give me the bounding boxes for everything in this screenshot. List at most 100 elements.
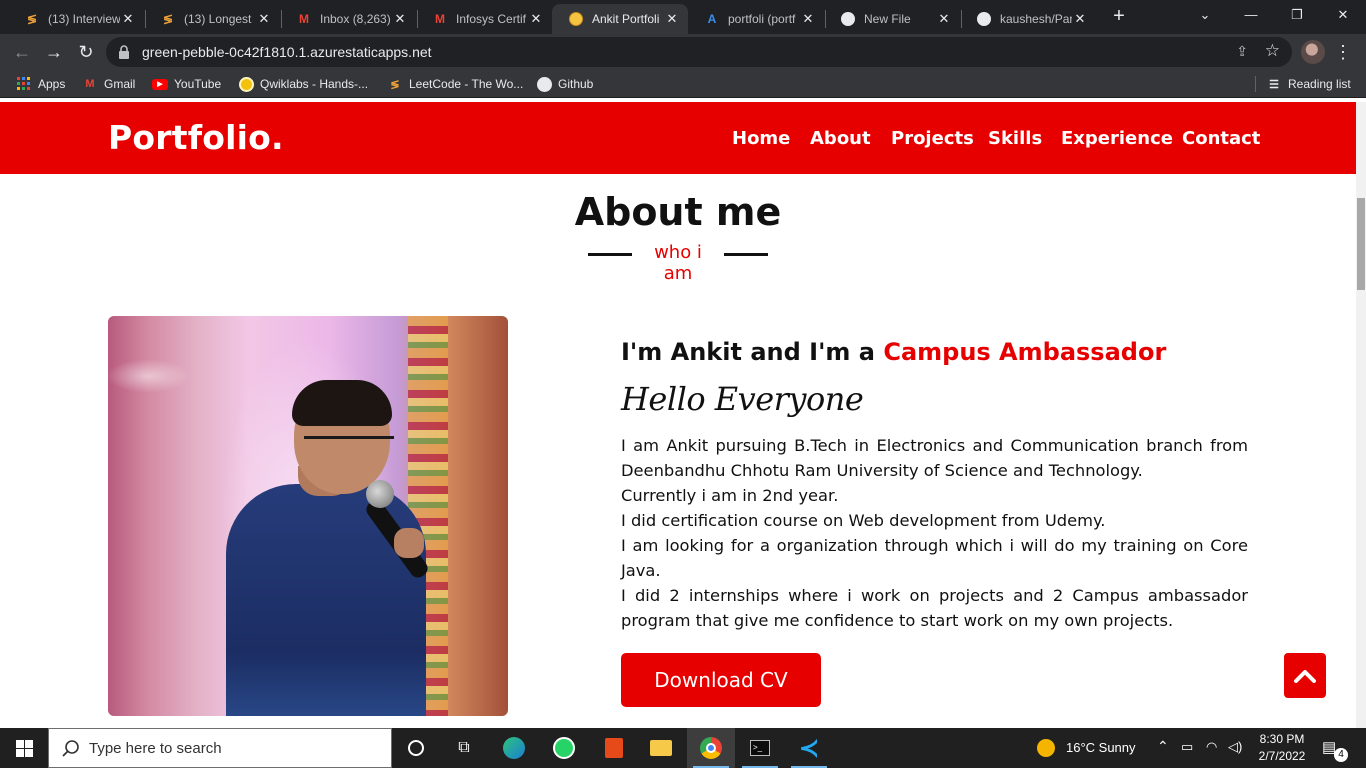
minimize-button[interactable]: —	[1228, 0, 1274, 30]
bookmark-github[interactable]: Github	[536, 75, 593, 93]
tab-interview[interactable]: ≶ (13) Interview ✕	[8, 4, 144, 34]
back-button[interactable]: ←	[8, 38, 36, 66]
subtitle-rule-right	[724, 253, 768, 256]
nav-projects[interactable]: Projects	[891, 128, 974, 149]
emoji-icon	[568, 11, 584, 27]
bookmark-apps[interactable]: Apps	[16, 75, 65, 93]
chevron-up-icon[interactable]: ⌃	[1157, 738, 1169, 755]
headline-accent: Campus Ambassador	[883, 338, 1167, 366]
cortana-icon[interactable]	[392, 728, 440, 768]
github-icon	[536, 76, 552, 92]
bio-line: Currently i am in 2nd year.	[621, 486, 839, 505]
tab-portfoli[interactable]: A portfoli (portf ✕	[688, 4, 824, 34]
tab-new-file[interactable]: New File ✕	[824, 4, 960, 34]
whatsapp-icon[interactable]	[540, 728, 588, 768]
tab-ankit-portfolio[interactable]: Ankit Portfoli ✕	[552, 4, 688, 34]
office-icon[interactable]	[590, 728, 638, 768]
hackerearth-icon: ≶	[162, 12, 174, 26]
youtube-icon: ▶	[152, 76, 168, 92]
bio-line: I did 2 internships where i work on proj…	[621, 586, 1248, 630]
bookmarks-bar: Apps M Gmail ▶ YouTube Qwiklabs - Hands-…	[0, 70, 1366, 98]
nav-skills[interactable]: Skills	[988, 128, 1042, 149]
bookmark-youtube[interactable]: ▶ YouTube	[152, 75, 221, 93]
search-icon	[62, 740, 79, 757]
close-icon[interactable]: ✕	[528, 11, 544, 27]
chrome-taskbar-icon[interactable]	[687, 728, 735, 768]
bookmarks-divider	[1255, 76, 1256, 92]
site-navbar: Portfolio. Home About Projects Skills Ex…	[0, 102, 1356, 174]
greeting-text: Hello Everyone	[621, 380, 864, 418]
task-view-icon[interactable]: ⧉	[440, 728, 488, 768]
section-subtitle: who i am	[588, 242, 768, 284]
vscode-icon[interactable]: ≺	[785, 728, 833, 768]
bookmark-qwiklabs[interactable]: Qwiklabs - Hands-...	[238, 75, 368, 93]
section-title: About me	[574, 190, 782, 234]
profile-avatar[interactable]	[1301, 40, 1325, 64]
bookmark-leetcode[interactable]: ≶ LeetCode - The Wo...	[387, 75, 523, 93]
subtitle-rule-left	[588, 253, 632, 256]
address-bar[interactable]: green-pebble-0c42f1810.1.azurestaticapps…	[106, 37, 1292, 67]
bookmark-gmail[interactable]: M Gmail	[82, 75, 135, 93]
github-icon	[976, 11, 992, 27]
windows-logo-icon	[15, 739, 33, 757]
tab-inbox[interactable]: M Inbox (8,263) ✕	[280, 4, 416, 34]
wifi-icon[interactable]: ◠	[1206, 739, 1217, 755]
system-clock[interactable]: 8:30 PM 2/7/2022	[1258, 731, 1306, 765]
web-page: Portfolio. Home About Projects Skills Ex…	[0, 102, 1356, 728]
nav-experience[interactable]: Experience	[1061, 128, 1173, 149]
apps-grid-icon	[16, 76, 32, 92]
scrollbar-thumb[interactable]	[1357, 198, 1365, 290]
close-icon[interactable]: ✕	[664, 11, 680, 27]
chevron-up-icon	[1294, 669, 1316, 683]
close-icon[interactable]: ✕	[392, 11, 408, 27]
taskbar-search-box[interactable]: Type here to search	[48, 728, 392, 768]
new-tab-button[interactable]: +	[1108, 5, 1130, 29]
azure-icon: A	[707, 12, 717, 26]
volume-icon[interactable]: ◁)	[1228, 739, 1242, 755]
share-icon[interactable]: ⇪	[1236, 43, 1248, 60]
qwiklabs-icon	[238, 76, 254, 92]
terminal-icon[interactable]: >_	[736, 728, 784, 768]
battery-icon[interactable]: ▭	[1181, 739, 1193, 755]
reading-list-button[interactable]: ☰ Reading list	[1266, 75, 1351, 93]
file-explorer-icon[interactable]	[637, 728, 685, 768]
download-cv-button[interactable]: Download CV	[621, 653, 821, 707]
about-bio: I am Ankit pursuing B.Tech in Electronic…	[621, 433, 1248, 633]
hackerearth-icon: ≶	[26, 12, 38, 26]
windows-taskbar: Type here to search ⧉ >_ ≺ 16°C Sunny ⌃ …	[0, 728, 1366, 768]
browser-tab-strip: ≶ (13) Interview ✕ ≶ (13) Longest ✕ M In…	[0, 0, 1366, 34]
nav-about[interactable]: About	[810, 128, 871, 149]
forward-button[interactable]: →	[40, 38, 68, 66]
windows-start-button[interactable]	[0, 728, 48, 768]
gmail-icon: M	[435, 12, 445, 26]
github-icon	[840, 11, 856, 27]
bookmark-star-icon[interactable]: ☆	[1265, 41, 1280, 61]
close-icon[interactable]: ✕	[800, 11, 816, 27]
weather-text[interactable]: 16°C Sunny	[1066, 740, 1136, 755]
notifications-badge: 4	[1334, 748, 1348, 762]
nav-home[interactable]: Home	[732, 128, 790, 149]
close-icon[interactable]: ✕	[120, 11, 136, 27]
close-icon[interactable]: ✕	[1072, 11, 1088, 27]
reading-list-icon: ☰	[1269, 78, 1279, 91]
tab-infosys[interactable]: M Infosys Certif ✕	[416, 4, 552, 34]
tab-kaushesh[interactable]: kaushesh/Par ✕	[960, 4, 1096, 34]
menu-kebab-icon[interactable]: ⋮	[1334, 38, 1352, 66]
bio-line: I am Ankit pursuing B.Tech in Electronic…	[621, 436, 1248, 480]
reload-button[interactable]: ↻	[72, 38, 100, 66]
gmail-icon: M	[299, 12, 309, 26]
close-icon[interactable]: ✕	[936, 11, 952, 27]
site-logo[interactable]: Portfolio.	[108, 118, 284, 157]
page-scrollbar[interactable]	[1356, 102, 1366, 728]
gmail-icon: M	[85, 78, 95, 90]
weather-sun-icon[interactable]	[1037, 739, 1055, 757]
tab-longest[interactable]: ≶ (13) Longest ✕	[144, 4, 280, 34]
close-window-button[interactable]: ✕	[1320, 0, 1366, 30]
nav-contact[interactable]: Contact	[1182, 128, 1260, 149]
close-icon[interactable]: ✕	[256, 11, 272, 27]
tab-search-chevron-icon[interactable]: ⌄	[1182, 0, 1228, 30]
edge-icon[interactable]	[490, 728, 538, 768]
restore-button[interactable]: ❐	[1274, 0, 1320, 30]
scroll-to-top-button[interactable]	[1284, 653, 1326, 698]
about-headline: I'm Ankit and I'm a Campus Ambassador	[621, 338, 1167, 366]
